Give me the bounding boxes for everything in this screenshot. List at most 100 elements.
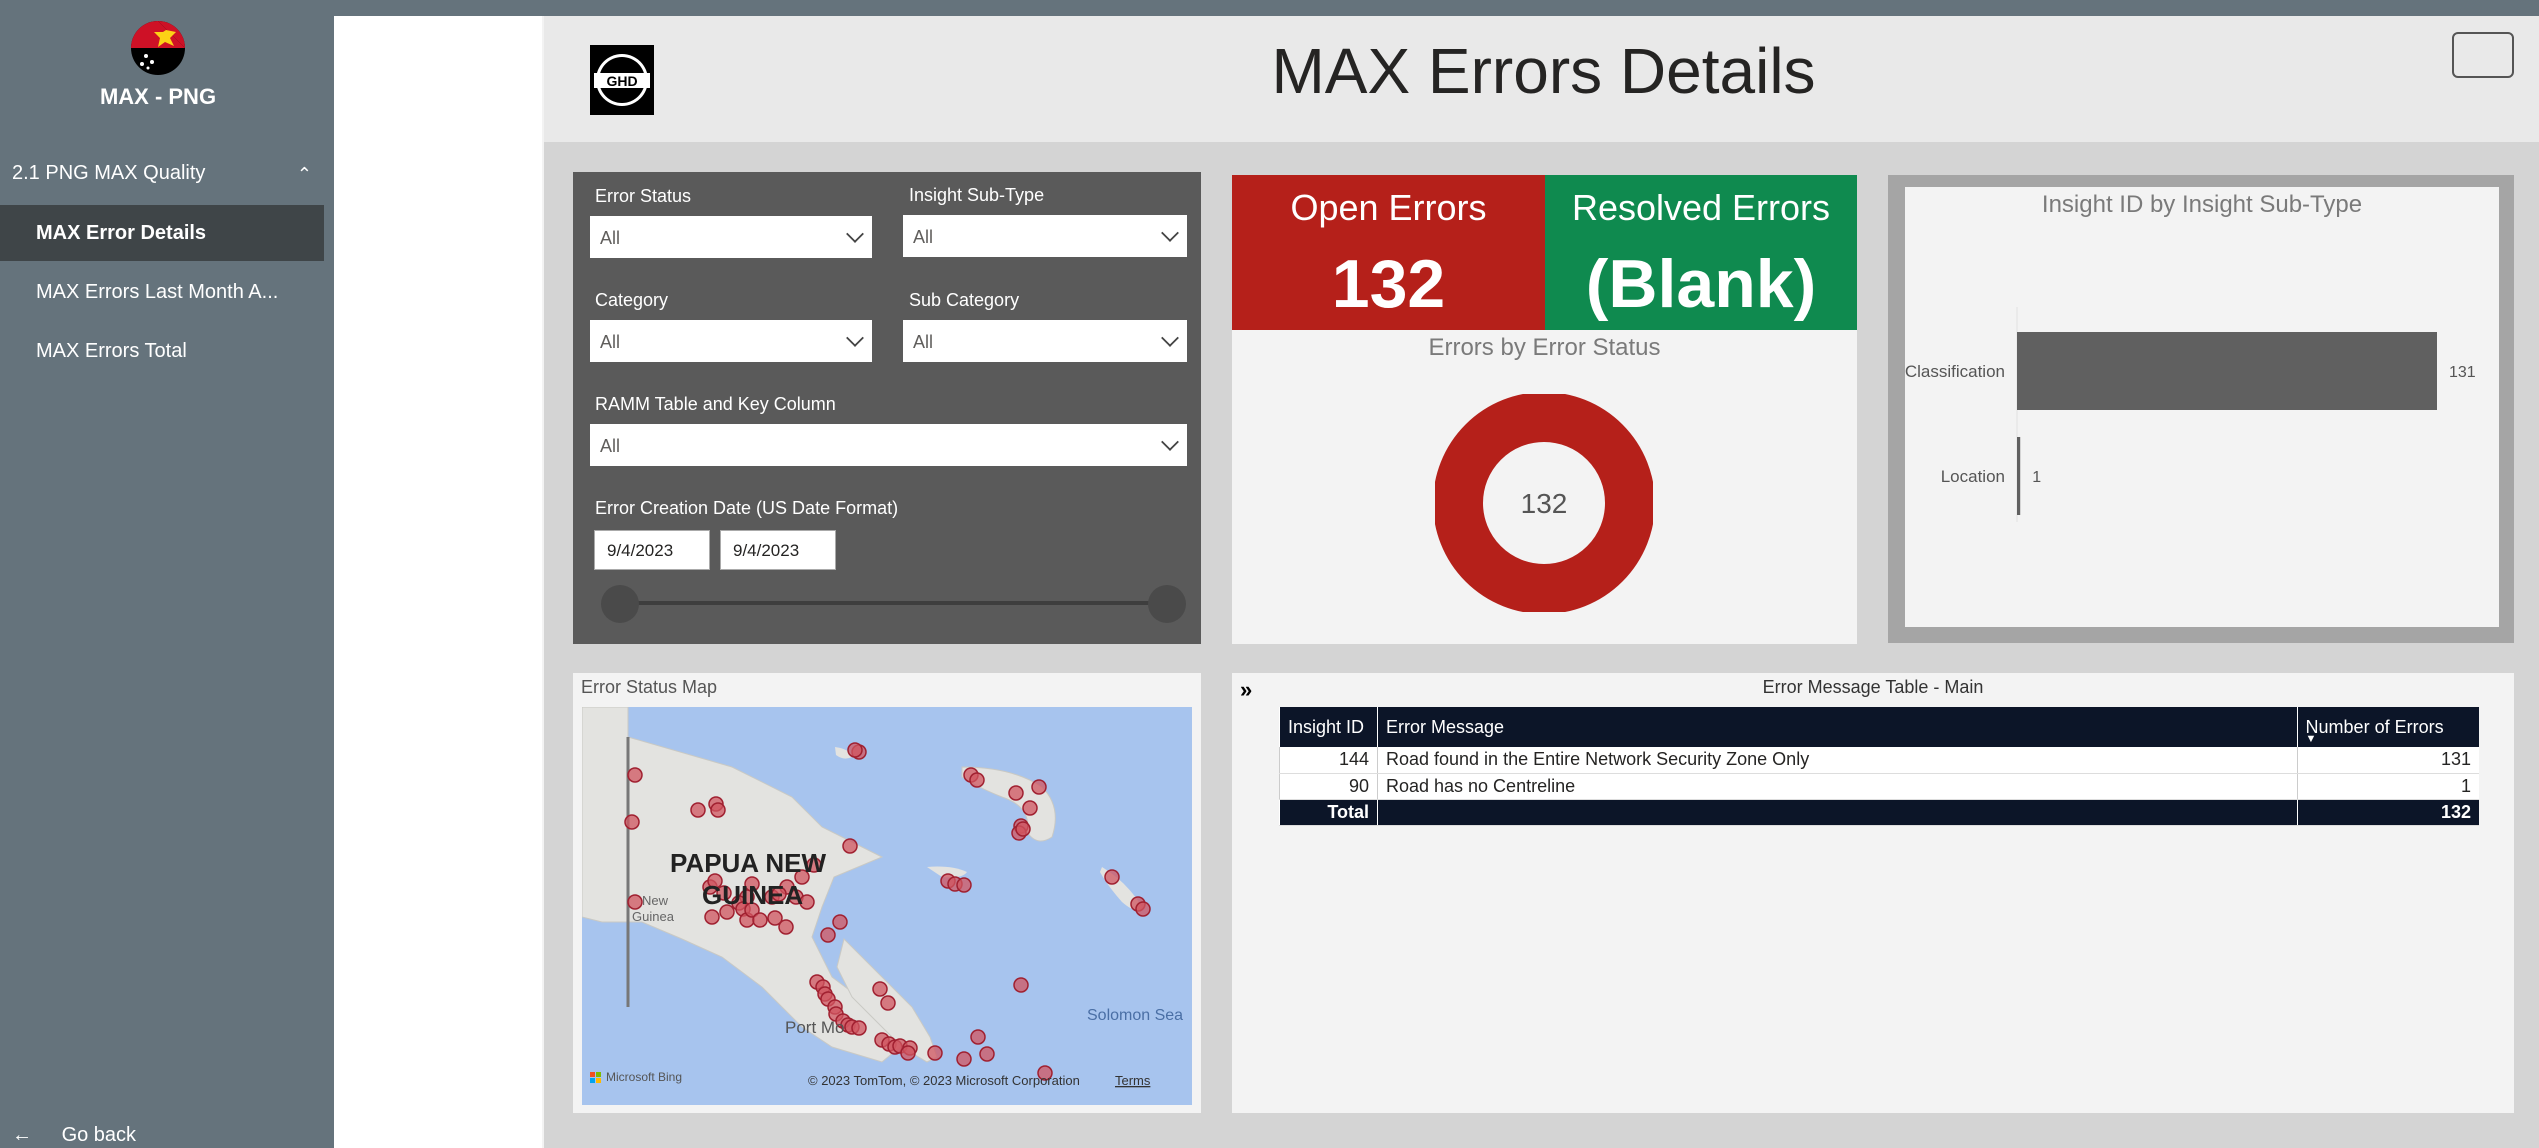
- error-status-map[interactable]: PAPUA NEW GUINEA New Guinea Port Mo Solo…: [582, 707, 1192, 1105]
- filter-label-category: Category: [595, 290, 669, 310]
- cell-insight-id: 144: [1279, 747, 1378, 774]
- map-error-point: [872, 981, 888, 997]
- table-row[interactable]: 144 Road found in the Entire Network Sec…: [1279, 747, 2479, 774]
- donut-center-value: 132: [1521, 488, 1568, 519]
- donut-chart[interactable]: 132: [1435, 394, 1653, 612]
- table-row[interactable]: 90 Road has no Centreline 1: [1279, 773, 2479, 800]
- table-title: Error Message Table - Main: [1762, 677, 1984, 697]
- error-status-map-panel: Error Status Map PAPUA NEW GUINEA New Gu…: [573, 673, 1201, 1113]
- error-status-value: All: [600, 228, 621, 248]
- category-dropdown[interactable]: All: [590, 320, 872, 362]
- open-errors-card: Open Errors 132: [1232, 175, 1545, 330]
- go-back-button[interactable]: ← Go back: [12, 1124, 136, 1147]
- insight-bar-chart[interactable]: Classification 131 Location 1 Insight ID by…: [1905, 187, 2499, 627]
- bar-chart-svg: Classification 131 Location 1: [1905, 307, 2476, 522]
- map-error-point: [820, 927, 836, 943]
- date-slider-start-handle[interactable]: [601, 585, 639, 623]
- map-error-point: [979, 1046, 995, 1062]
- map-error-point: [1013, 977, 1029, 993]
- filter-label-insight-sub-type: Insight Sub-Type: [909, 185, 1045, 205]
- total-message-cell: [1376, 799, 2298, 826]
- map-error-point: [1008, 785, 1024, 801]
- chevron-down-icon: [1161, 433, 1179, 451]
- nav-item-max-errors-total[interactable]: MAX Errors Total: [0, 323, 324, 379]
- insight-sub-type-dropdown[interactable]: All: [903, 215, 1187, 257]
- map-error-point: [900, 1045, 916, 1061]
- filter-label-sub-category: Sub Category: [909, 290, 1020, 310]
- section-label: 2.1 PNG MAX Quality: [12, 162, 206, 184]
- section-header[interactable]: 2.1 PNG MAX Quality ⌃: [12, 162, 312, 186]
- nav-item-max-errors-last-month[interactable]: MAX Errors Last Month A...: [0, 264, 324, 320]
- chevron-down-icon: [846, 329, 864, 347]
- blank-panel: [334, 16, 542, 1148]
- map-error-point: [842, 838, 858, 854]
- date-start-input[interactable]: 9/4/2023: [594, 530, 710, 570]
- bar-chart-title: Insight ID by Insight Sub-Type: [2041, 191, 2363, 218]
- col-header-insight-id[interactable]: Insight ID: [1279, 707, 1378, 747]
- date-slider-track[interactable]: [620, 601, 1168, 605]
- filter-panel: Error Status All Insight Sub-Type All Ca…: [573, 172, 1201, 644]
- filter-label-date: Error Creation Date (US Date Format): [595, 498, 899, 518]
- map-error-point: [710, 802, 726, 818]
- chevron-down-icon: [1161, 224, 1179, 242]
- filter-label-error-status: Error Status: [595, 186, 692, 206]
- bar-category-label: Location: [1941, 467, 2005, 486]
- map-error-point: [1031, 779, 1047, 795]
- col-header-number-of-errors[interactable]: Number of Errors ▼: [2296, 707, 2479, 747]
- resolved-errors-label: Resolved Errors: [1571, 187, 1831, 228]
- total-label: Total: [1279, 799, 1378, 826]
- category-value: All: [600, 332, 621, 352]
- map-error-point: [627, 767, 643, 783]
- top-strip: [0, 0, 2539, 16]
- map-error-point: [624, 814, 640, 830]
- focus-mode-button[interactable]: [2452, 32, 2514, 78]
- col-header-number-label: Number of Errors: [2305, 716, 2444, 737]
- error-message-table: Insight ID Error Message Number of Error…: [1279, 707, 2479, 826]
- errors-by-status-donut[interactable]: Errors by Error Status 132: [1232, 330, 1857, 644]
- map-error-point: [627, 894, 643, 910]
- date-end-input[interactable]: 9/4/2023: [720, 530, 836, 570]
- map-error-point: [832, 914, 848, 930]
- error-status-dropdown[interactable]: All: [590, 216, 872, 258]
- map-bing-logo: Microsoft Bing: [606, 1070, 682, 1084]
- go-back-label: Go back: [61, 1124, 137, 1146]
- filter-label-ramm-table: RAMM Table and Key Column: [595, 394, 836, 414]
- map-error-point: [851, 1020, 867, 1036]
- sub-category-dropdown[interactable]: All: [903, 320, 1187, 362]
- map-error-point: [969, 772, 985, 788]
- cell-insight-id: 90: [1279, 773, 1378, 800]
- map-error-point: [847, 742, 863, 758]
- nav-item-max-error-details[interactable]: MAX Error Details: [0, 205, 324, 261]
- map-error-point: [880, 995, 896, 1011]
- map-label-port: Port Mo: [785, 1018, 845, 1037]
- map-title: Error Status Map: [581, 677, 718, 697]
- map-error-point: [956, 1051, 972, 1067]
- arrow-left-icon: ←: [12, 1124, 32, 1146]
- chevron-up-icon: ⌃: [296, 164, 312, 184]
- map-error-point: [1104, 869, 1120, 885]
- app-title: MAX - PNG: [99, 84, 217, 109]
- col-header-error-message[interactable]: Error Message: [1376, 707, 2298, 747]
- chevron-down-icon: [846, 225, 864, 243]
- map-error-point: [778, 919, 794, 935]
- map-error-point: [970, 1029, 986, 1045]
- sub-category-value: All: [913, 332, 934, 352]
- cell-count: 131: [2296, 747, 2479, 774]
- map-copyright: © 2023 TomTom, © 2023 Microsoft Corporat…: [808, 1073, 1080, 1088]
- map-error-point: [752, 912, 768, 928]
- map-error-point: [704, 909, 720, 925]
- map-error-point: [1135, 901, 1151, 917]
- map-error-point: [1015, 821, 1031, 837]
- donut-title: Errors by Error Status: [1428, 334, 1661, 361]
- chevron-down-icon: [1161, 329, 1179, 347]
- map-error-point: [1022, 800, 1038, 816]
- resolved-errors-value: (Blank): [1585, 246, 1817, 322]
- page-title: MAX Errors Details: [1271, 35, 1816, 107]
- map-label-country: PAPUA NEW: [670, 848, 826, 878]
- map-error-point: [927, 1045, 943, 1061]
- bar-value-label: 131: [2449, 364, 2476, 381]
- ramm-table-dropdown[interactable]: All: [590, 424, 1187, 466]
- date-slider-end-handle[interactable]: [1148, 585, 1186, 623]
- total-count: 132: [2296, 799, 2479, 826]
- sort-desc-icon: ▼: [2305, 733, 2317, 745]
